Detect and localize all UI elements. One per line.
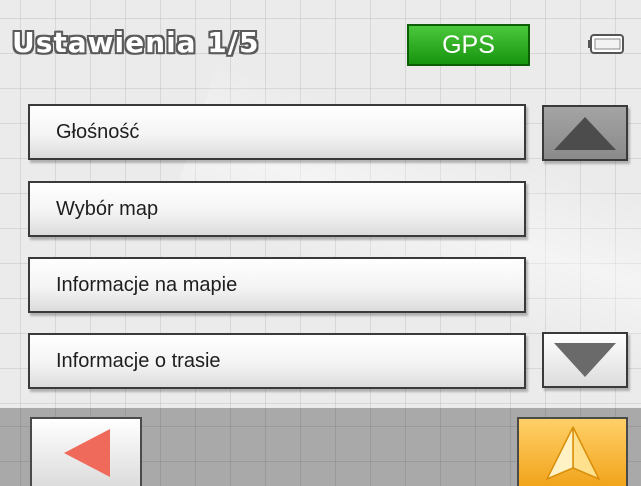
menu-item-map-selection[interactable]: Wybór map — [28, 181, 526, 237]
navigation-arrow-icon — [544, 426, 601, 480]
gps-status-badge[interactable]: GPS — [407, 24, 530, 66]
menu-item-volume[interactable]: Głośność — [28, 104, 526, 160]
settings-screen: Ustawienia 1/5 GPS Głośność Wybór map In… — [0, 0, 641, 486]
scroll-up-button[interactable] — [542, 105, 628, 161]
menu-item-map-information[interactable]: Informacje na mapie — [28, 257, 526, 313]
battery-icon — [588, 34, 624, 54]
page-title: Ustawienia 1/5 — [12, 26, 260, 59]
navigate-button[interactable] — [517, 417, 628, 486]
arrow-left-icon — [64, 428, 110, 477]
triangle-up-icon — [554, 117, 616, 150]
back-button[interactable] — [30, 417, 142, 486]
triangle-down-icon — [554, 343, 616, 377]
menu-item-route-information[interactable]: Informacje o trasie — [28, 333, 526, 389]
scroll-down-button[interactable] — [542, 332, 628, 388]
